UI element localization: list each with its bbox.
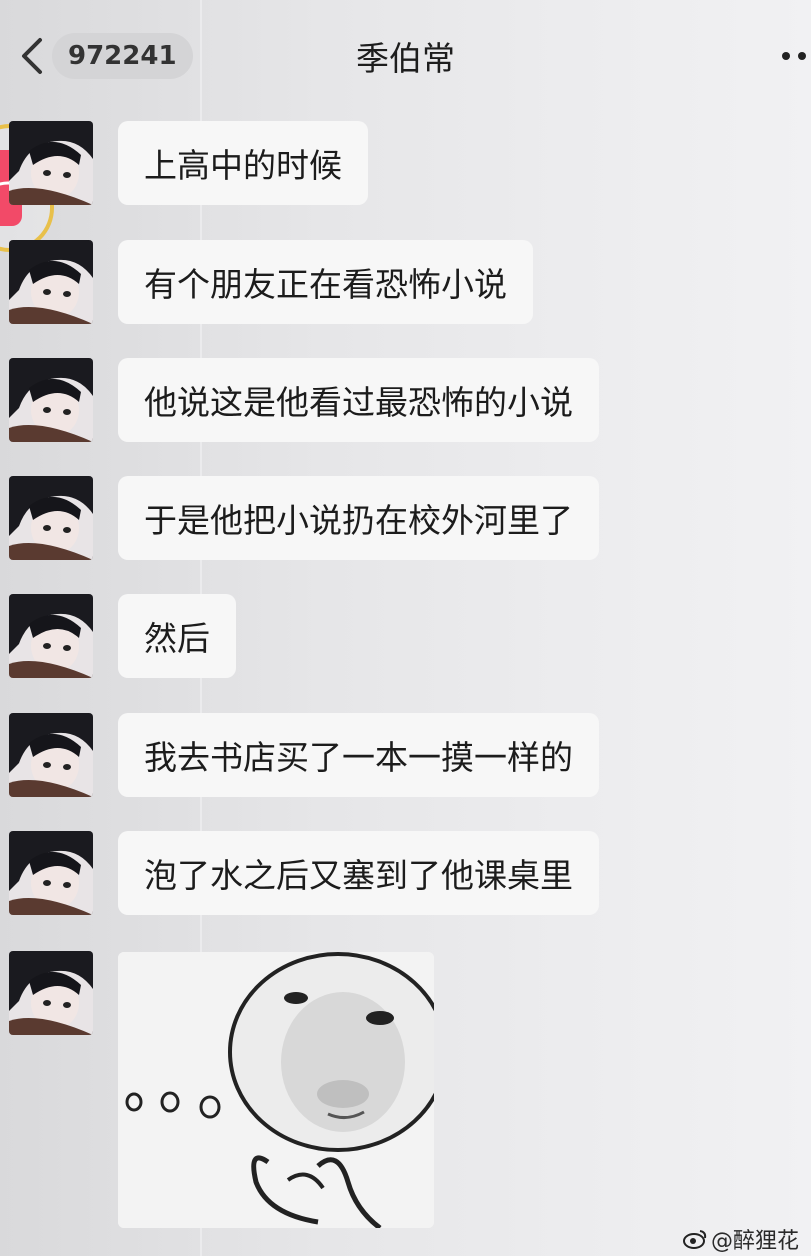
message-bubble[interactable]: 他说这是他看过最恐怖的小说 <box>118 358 599 442</box>
message-text: 于是他把小说扔在校外河里了 <box>144 501 573 540</box>
more-dots-icon[interactable] <box>780 48 811 64</box>
avatar[interactable] <box>9 476 93 560</box>
avatar[interactable] <box>9 594 93 678</box>
message-text: 上高中的时候 <box>144 146 342 185</box>
weibo-icon <box>682 1230 707 1249</box>
avatar[interactable] <box>9 240 93 324</box>
message-text: 有个朋友正在看恐怖小说 <box>144 265 507 304</box>
meme-sticker-image[interactable] <box>118 952 434 1228</box>
avatar[interactable] <box>9 121 93 205</box>
message-text: 他说这是他看过最恐怖的小说 <box>144 383 573 422</box>
message-bubble[interactable]: 然后 <box>118 594 236 678</box>
avatar[interactable] <box>9 713 93 797</box>
message-text: 泡了水之后又塞到了他课桌里 <box>144 856 573 895</box>
message-text: 然后 <box>144 619 210 658</box>
message-text: 我去书店买了一本一摸一样的 <box>144 738 573 777</box>
avatar[interactable] <box>9 358 93 442</box>
message-bubble[interactable]: 我去书店买了一本一摸一样的 <box>118 713 599 797</box>
message-bubble[interactable]: 于是他把小说扔在校外河里了 <box>118 476 599 560</box>
chat-header: 972241 季伯常 <box>0 0 811 110</box>
message-bubble[interactable]: 有个朋友正在看恐怖小说 <box>118 240 533 324</box>
weibo-watermark: @醉狸花 <box>682 1223 799 1255</box>
chat-title: 季伯常 <box>356 39 455 78</box>
watermark-text: @醉狸花 <box>710 1229 799 1254</box>
meme-face-sticker <box>118 952 434 1228</box>
avatar[interactable] <box>9 951 93 1035</box>
message-bubble[interactable]: 上高中的时候 <box>118 121 368 205</box>
message-bubble[interactable]: 泡了水之后又塞到了他课桌里 <box>118 831 599 915</box>
avatar[interactable] <box>9 831 93 915</box>
